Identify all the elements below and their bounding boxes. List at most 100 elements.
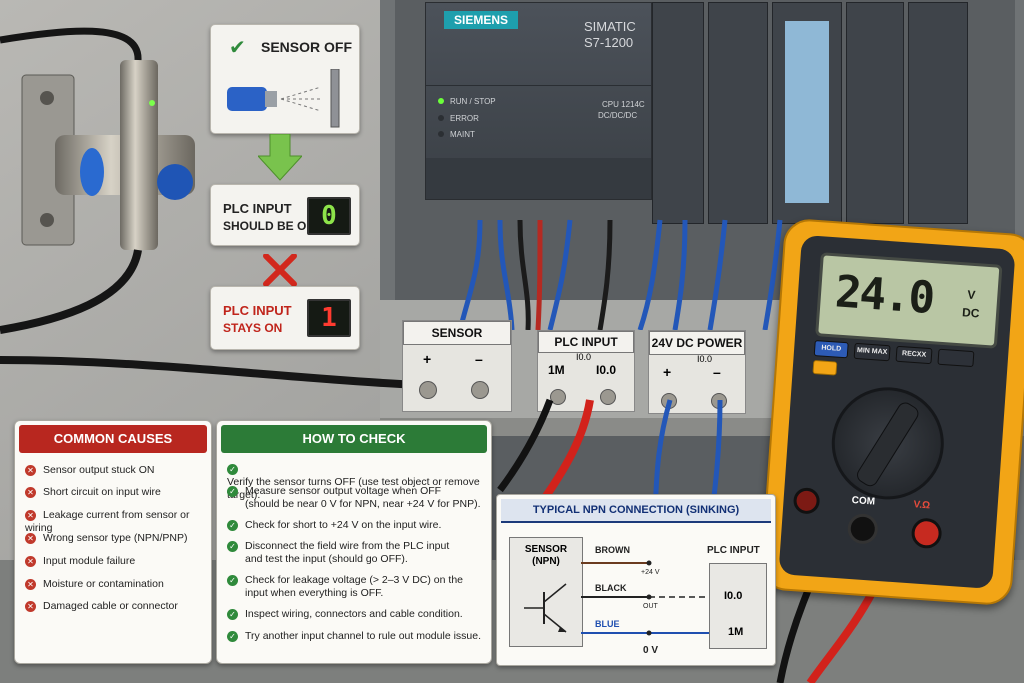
check-item: ✓ Try another input channel to rule out m…	[227, 630, 481, 643]
terminal-sensor-plus: +	[423, 351, 432, 367]
x-circle-icon: ✕	[25, 464, 36, 476]
npn-brown-label: BROWN	[595, 545, 630, 555]
npn-zero-label: 0 V	[643, 645, 659, 656]
npn-plus24-label: +24 V	[641, 569, 660, 576]
check-item: ✓ Check for short to +24 V on the input w…	[227, 519, 441, 532]
cause-item: ✕ Sensor output stuck ON	[25, 464, 154, 477]
check-circle-icon: ✓	[227, 541, 238, 552]
cause-item: ✕ Moisture or contamination	[25, 578, 164, 591]
led-run-stop: RUN / STOP	[438, 97, 496, 106]
rec-button[interactable]: RECXX	[895, 345, 933, 365]
check-item: ✓ Inspect wiring, connectors and cable co…	[227, 608, 463, 621]
transistor-icon	[524, 583, 567, 633]
npn-connection-panel: TYPICAL NPN CONNECTION (SINKING) SENSOR …	[496, 494, 776, 666]
min-max-button[interactable]: MIN MAX	[853, 342, 891, 362]
npn-blue-label: BLUE	[595, 619, 620, 629]
stays-display: 1	[307, 299, 351, 337]
com-label: COM	[851, 495, 876, 508]
sensor-beam-icon	[227, 69, 340, 128]
npn-black-label: BLACK	[595, 583, 627, 593]
terminal-plc-1m: 1M	[548, 363, 565, 377]
npn-wires	[581, 560, 709, 636]
npn-plc-i00: I0.0	[724, 590, 743, 602]
check-item: ✓ Disconnect the field wire from the PLC …	[227, 540, 449, 566]
check-icon: ✔	[229, 37, 246, 59]
npn-plc-title: PLC INPUT	[707, 545, 760, 556]
plc-should-off-card: PLC INPUT SHOULD BE OFF 0	[210, 184, 360, 246]
check-circle-icon: ✓	[227, 609, 238, 620]
npn-out-label: OUT	[643, 603, 658, 610]
check-circle-icon: ✓	[227, 631, 238, 642]
terminal-power-minus: –	[713, 364, 721, 380]
x-circle-icon: ✕	[25, 509, 36, 521]
should-display: 0	[307, 197, 351, 235]
wiring	[457, 219, 783, 330]
io-module-3	[772, 2, 842, 224]
terminal-sensor-minus: –	[475, 351, 483, 367]
plc-model-line2: S7-1200	[584, 35, 634, 50]
led-maint-icon	[438, 131, 444, 137]
lcd-reading: 24.0	[833, 266, 935, 325]
check-circle-icon: ✓	[227, 520, 238, 531]
check-item: ✓ Measure sensor output voltage when OFF(…	[227, 485, 481, 511]
range-button[interactable]	[937, 348, 975, 368]
led-error: ERROR	[438, 114, 479, 123]
vohm-label: V.Ω	[913, 499, 931, 512]
cause-item: ✕ Short circuit on input wire	[25, 486, 161, 499]
npn-plc-box: I0.0 1M	[709, 563, 767, 649]
io-module-2	[708, 2, 768, 224]
npn-title: TYPICAL NPN CONNECTION (SINKING)	[501, 499, 771, 523]
common-causes-panel: COMMON CAUSES ✕ Sensor output stuck ON ✕ S…	[14, 420, 212, 664]
terminal-plc-title: PLC INPUT	[538, 331, 634, 353]
should-line1: PLC INPUT	[223, 201, 292, 216]
x-icon	[263, 254, 297, 286]
how-to-check-title: HOW TO CHECK	[221, 425, 487, 453]
dial-pointer	[854, 399, 922, 490]
cpu-line2: DC/DC/DC	[598, 111, 638, 120]
sensor-off-card: ✔ SENSOR OFF	[210, 24, 360, 134]
led-error-icon	[438, 115, 444, 121]
npn-sensor-box: SENSOR (NPN)	[509, 537, 583, 647]
how-to-check-panel: HOW TO CHECK ✓Verify the sensor turns OF…	[216, 420, 492, 664]
npn-sensor-label2: (NPN)	[532, 556, 560, 567]
npn-sensor-label1: SENSOR	[524, 544, 568, 555]
cause-item: ✕ Wrong sensor type (NPN/PNP)	[25, 532, 188, 545]
terminal-plc-sub: I0.0	[576, 352, 592, 362]
x-circle-icon: ✕	[25, 532, 36, 544]
plc-model-line1: SIMATIC	[584, 19, 636, 34]
x-circle-icon: ✕	[25, 600, 36, 612]
check-item: ✓ Check for leakage voltage (> 2–3 V DC) …	[227, 574, 463, 600]
hold-button[interactable]: HOLD	[813, 340, 849, 359]
check-circle-icon: ✓	[227, 486, 238, 497]
lcd-unit-v: V	[966, 287, 976, 303]
common-causes-title: COMMON CAUSES	[19, 425, 207, 453]
terminal-power-plus: +	[663, 364, 672, 380]
plc-stays-on-card: PLC INPUT STAYS ON 1	[210, 286, 360, 350]
check-circle-icon: ✓	[227, 464, 238, 475]
plc-cpu: SIEMENS SIMATIC S7-1200 RUN / STOP ERROR…	[425, 2, 652, 200]
screw-sensor-plus	[419, 381, 437, 399]
down-arrow-icon	[258, 134, 302, 181]
io-module-5	[908, 2, 968, 224]
stays-line1: PLC INPUT	[223, 303, 292, 318]
stays-line2: STAYS ON	[223, 321, 283, 335]
terminal-power-sub: I0.0	[697, 354, 713, 364]
io-module-1	[652, 2, 704, 224]
lcd-unit-dc: DC	[961, 305, 980, 321]
io-module-4	[846, 2, 904, 224]
x-circle-icon: ✕	[25, 555, 36, 567]
cause-item: ✕ Input module failure	[25, 555, 135, 568]
cause-item: ✕ Damaged cable or connector	[25, 600, 178, 613]
npn-plc-1m: 1M	[728, 626, 744, 638]
sensor-off-title: SENSOR OFF	[261, 39, 353, 55]
x-circle-icon: ✕	[25, 486, 36, 498]
select-button[interactable]	[812, 359, 838, 376]
check-circle-icon: ✓	[227, 575, 238, 586]
led-run-icon	[438, 98, 444, 104]
multimeter-lcd: 24.0 V DC	[815, 252, 1003, 349]
terminal-power-title: 24V DC POWER	[649, 331, 745, 355]
multimeter: 24.0 V DC HOLD MIN MAX RECXX COM V.Ω	[759, 217, 1024, 607]
terminal-plc-i00: I0.0	[596, 363, 617, 377]
led-maint: MAINT	[438, 130, 475, 139]
x-circle-icon: ✕	[25, 578, 36, 590]
